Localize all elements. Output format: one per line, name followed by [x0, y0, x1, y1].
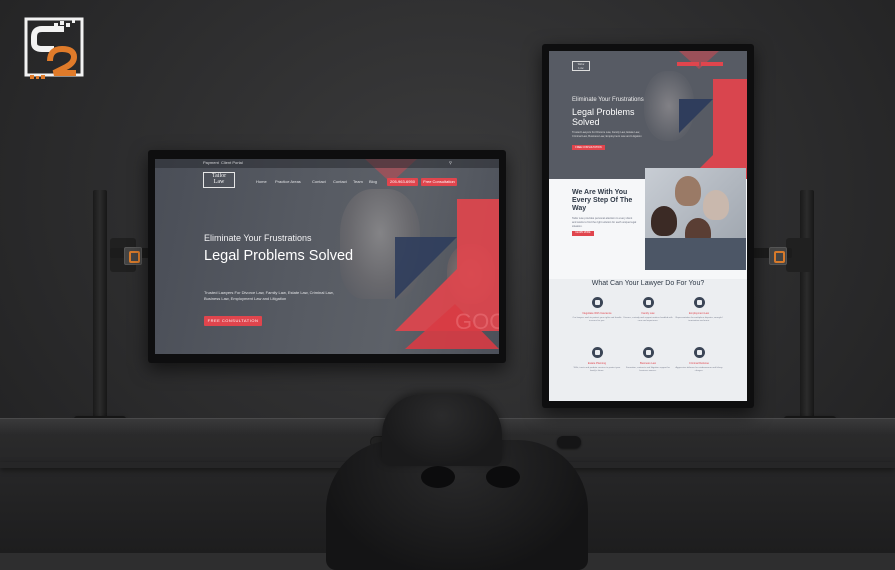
hero-title: Legal Problems Solved: [204, 248, 354, 264]
right-stand-pole: [800, 190, 814, 422]
portrait-hero-title: Legal Problems Solved: [572, 107, 635, 127]
landscape-screen: GOO Payment Client Portal ⚲ Tailor Law H…: [155, 159, 499, 354]
portrait-consult-button[interactable]: [701, 62, 723, 66]
dollar-icon: [591, 347, 603, 358]
top-utility-bar: Payment Client Portal ⚲: [155, 159, 499, 168]
scale-icon: [642, 297, 654, 308]
about-cta-button[interactable]: LEARN MORE: [572, 231, 594, 236]
nav-item-contact-2[interactable]: Contact: [333, 179, 347, 184]
s2-brand-logo-icon: [24, 17, 84, 79]
about-text: Tailor Law provides personal attention t…: [572, 217, 637, 228]
nav-item-home[interactable]: Home: [256, 179, 267, 184]
phone-button[interactable]: 205-963-6950: [387, 178, 418, 186]
hero-cta-button[interactable]: FREE CONSULTATION: [204, 316, 262, 326]
topbar-payment-link[interactable]: Payment: [203, 160, 219, 165]
portrait-hero-description: Trusted Lawyers For Divorce Law, Family …: [572, 131, 642, 138]
left-stand-plate: [124, 247, 142, 265]
service-card[interactable]: Employment Law Representation for workpl…: [674, 297, 724, 323]
right-stand-plate: [769, 247, 787, 265]
portrait-hero-kicker: Eliminate Your Frustrations: [572, 97, 644, 103]
service-card[interactable]: Family Law Divorce, custody and support …: [623, 297, 673, 323]
mouse: [557, 436, 581, 448]
hero-description: Trusted Lawyers For Divorce Law, Family …: [204, 290, 334, 301]
left-stand-pole: [93, 190, 107, 422]
service-card[interactable]: Business Law Formation, contracts and li…: [623, 347, 673, 373]
people-icon: [693, 297, 705, 308]
document-icon: [693, 347, 705, 358]
service-card[interactable]: Negotiate With Insurance Our lawyers wor…: [572, 297, 622, 323]
portrait-screen: Tailor Law Eliminate Your Frustrations L…: [549, 51, 747, 401]
site-logo[interactable]: Tailor Law: [203, 172, 235, 188]
portrait-topbar: [549, 51, 747, 57]
services-title: What Can Your Lawyer Do For You?: [591, 280, 705, 287]
hero-kicker: Eliminate Your Frustrations: [204, 233, 312, 243]
chair-slot-left: [421, 466, 455, 488]
team-photo: [645, 168, 746, 270]
search-icon[interactable]: ⚲: [449, 160, 452, 165]
calculator-icon: [642, 347, 654, 358]
portrait-monitor: Tailor Law Eliminate Your Frustrations L…: [542, 44, 754, 408]
landscape-monitor: GOO Payment Client Portal ⚲ Tailor Law H…: [148, 150, 506, 363]
chair-slot-right: [486, 466, 520, 488]
chair-headrest: [382, 394, 502, 466]
service-card[interactable]: Criminal Defense Aggressive defense for …: [674, 347, 724, 373]
portrait-hero-cta[interactable]: FREE CONSULTATION: [572, 145, 605, 150]
topbar-client-portal-link[interactable]: Client Portal: [221, 160, 243, 165]
about-section: We Are With You Every Step Of The Way Ta…: [549, 168, 747, 279]
portrait-phone-button[interactable]: [677, 62, 699, 66]
services-section: What Can Your Lawyer Do For You? Negotia…: [549, 279, 747, 401]
portrait-site-logo[interactable]: Tailor Law: [572, 61, 590, 71]
nav-item-team[interactable]: Team: [353, 179, 363, 184]
portrait-hero: Tailor Law Eliminate Your Frustrations L…: [549, 51, 747, 179]
svg-text:GOO: GOO: [455, 309, 499, 334]
free-consultation-button[interactable]: Free Consultation: [421, 178, 457, 186]
nav-item-blog[interactable]: Blog: [369, 179, 377, 184]
nav-item-practice-areas[interactable]: Practice Areas: [275, 179, 301, 184]
about-title: We Are With You Every Step Of The Way: [572, 189, 633, 212]
nav-item-contact[interactable]: Contact: [312, 179, 326, 184]
chat-icon: [591, 297, 603, 308]
service-card[interactable]: Estate Planning Wills, trusts and probat…: [572, 347, 622, 373]
